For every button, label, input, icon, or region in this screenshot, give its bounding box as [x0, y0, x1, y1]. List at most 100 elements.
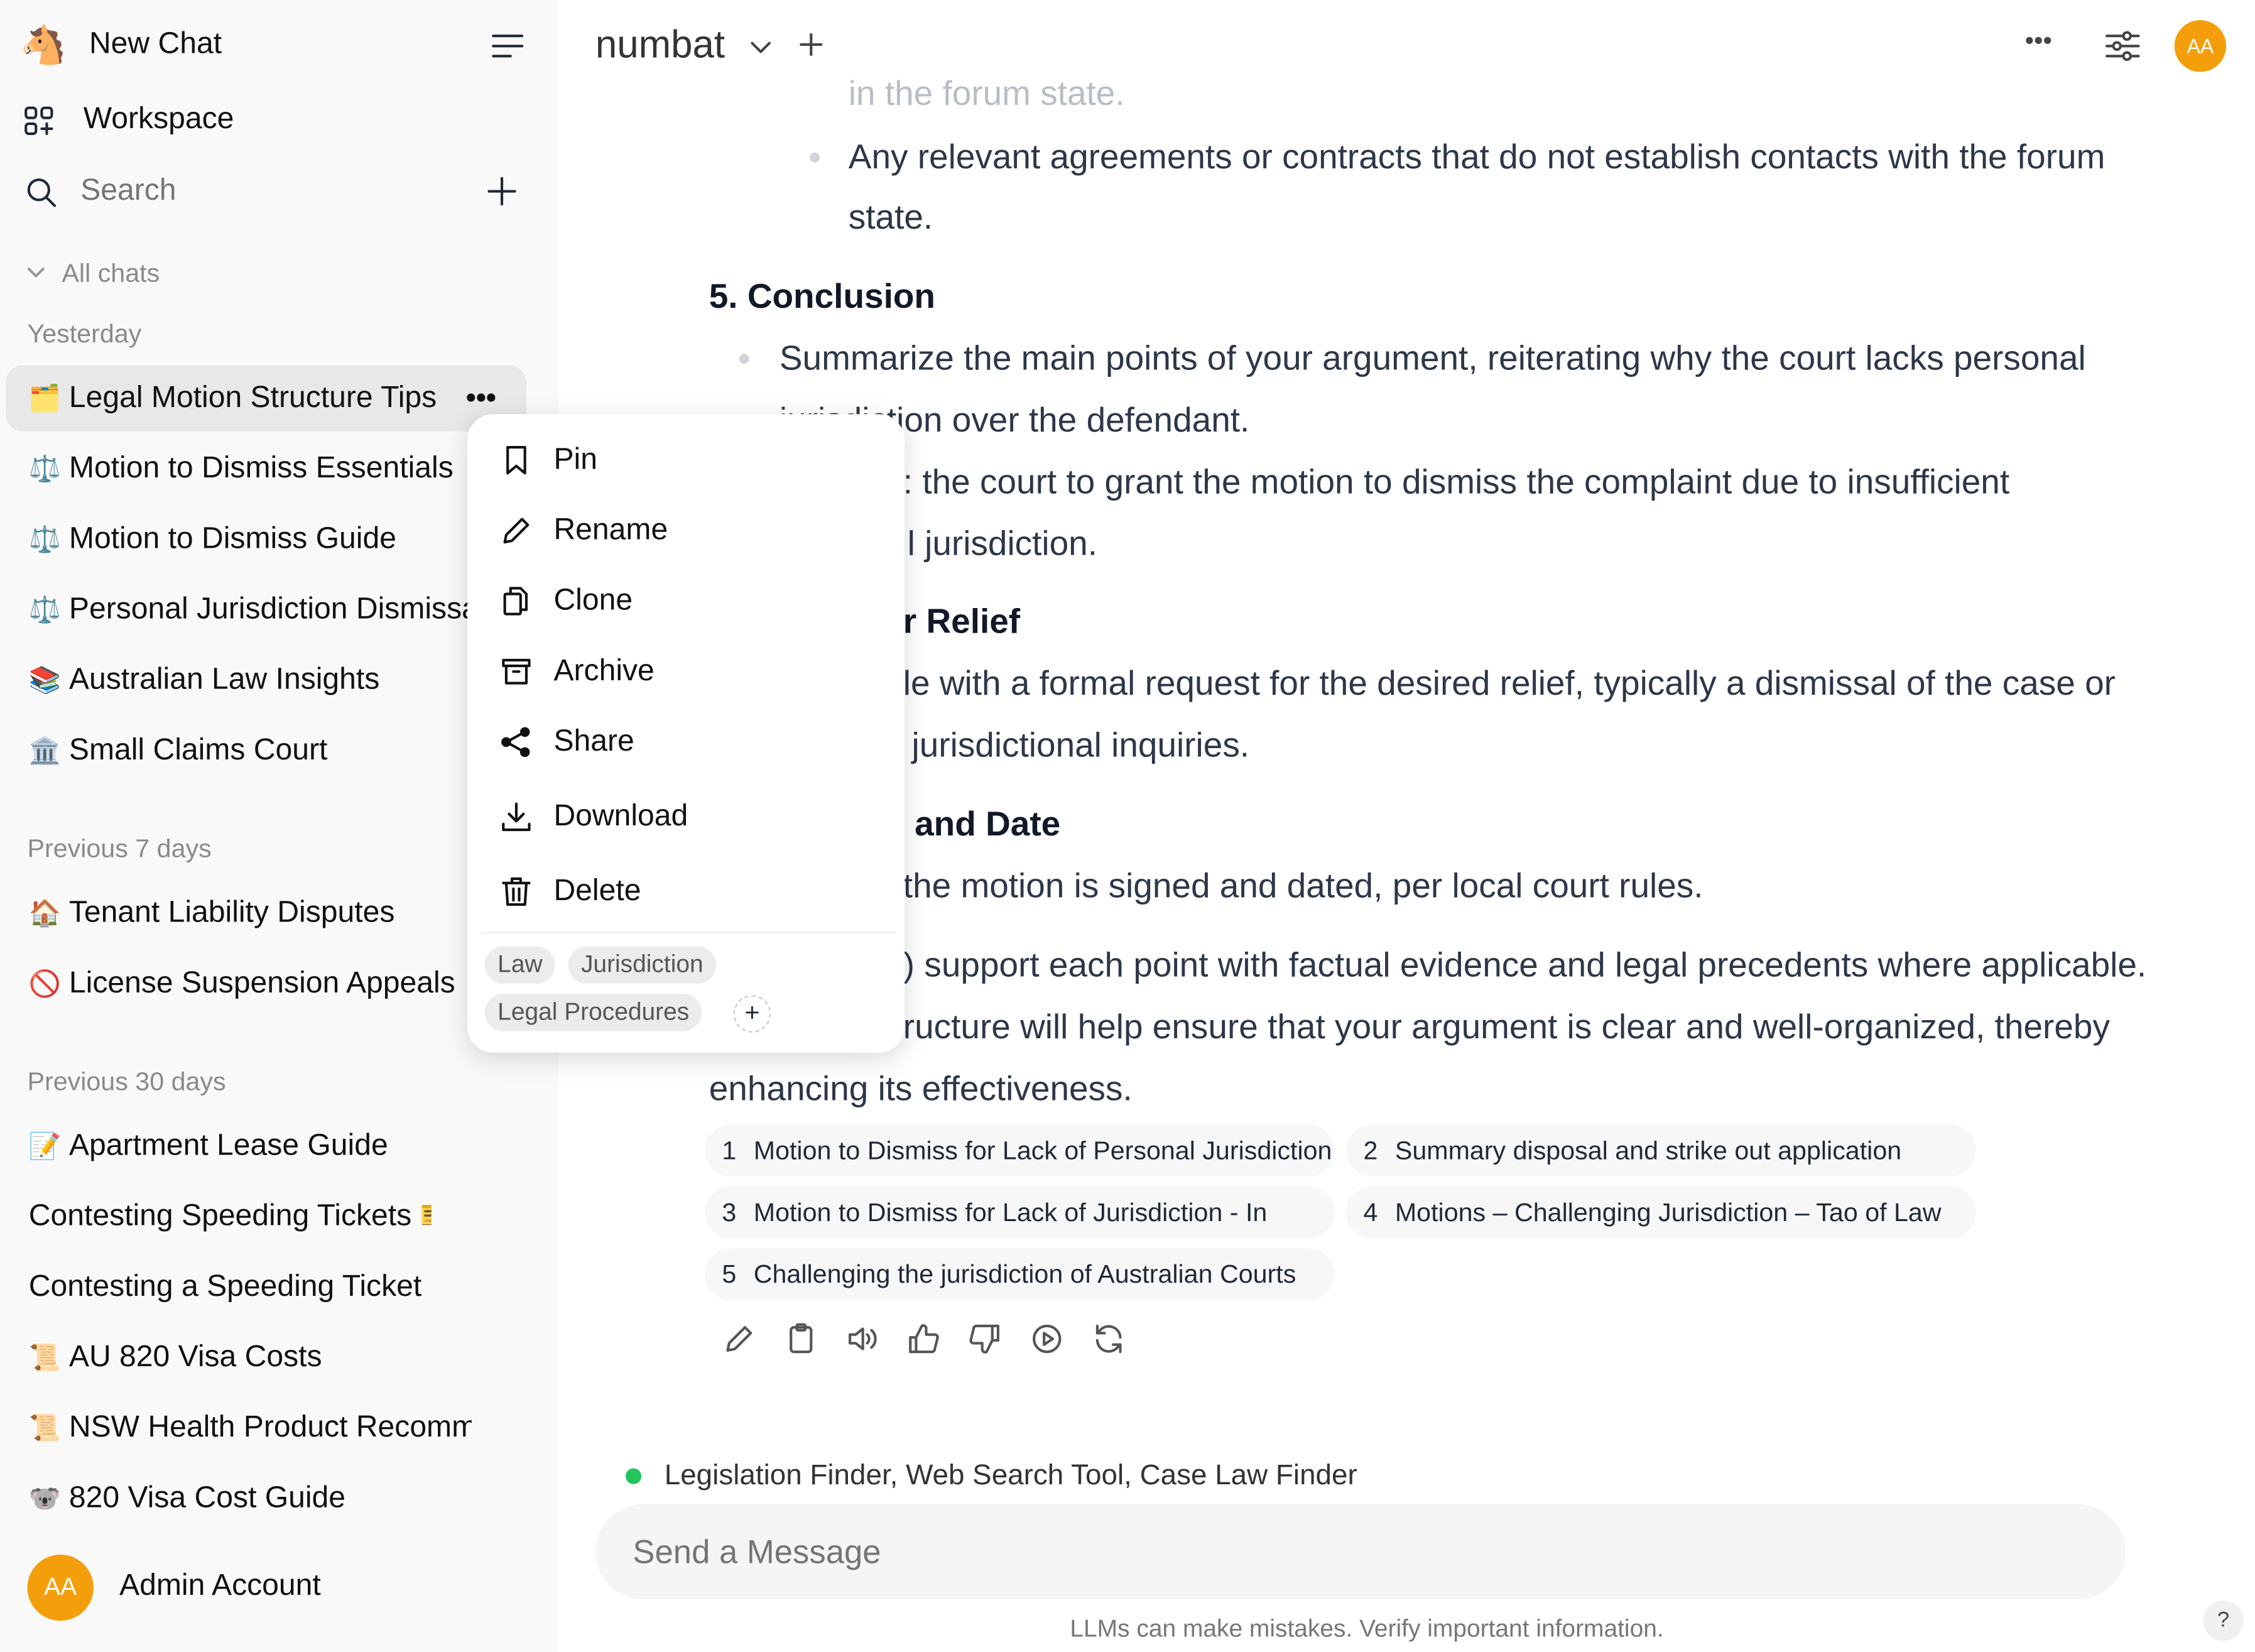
section-heading: r Relief — [903, 602, 1021, 642]
chevron-down-icon[interactable] — [749, 38, 773, 63]
copy-icon[interactable] — [784, 1322, 818, 1363]
menu-item-share[interactable]: Share — [499, 725, 634, 759]
tools-label[interactable]: Legislation Finder, Web Search Tool, Cas… — [665, 1460, 1357, 1493]
tag-jurisdiction[interactable]: Jurisdiction — [568, 946, 717, 984]
tag-law[interactable]: Law — [484, 946, 556, 984]
model-selector[interactable]: numbat — [595, 23, 725, 68]
help-button[interactable]: ? — [2203, 1600, 2244, 1641]
citation-chip[interactable]: 5 Challenging the jurisdiction of Austral… — [704, 1248, 1335, 1300]
chat-emoji: 🏛️ — [28, 736, 62, 764]
new-chat-button[interactable]: New Chat — [89, 28, 222, 62]
clone-icon — [503, 587, 528, 616]
citation-title: Challenging the jurisdiction of Australi… — [753, 1259, 1296, 1289]
chat-item[interactable]: 📚 Australian Law Insights — [6, 647, 526, 713]
menu-label: Rename — [553, 513, 668, 547]
chat-emoji: 🏠 — [28, 898, 62, 927]
more-options-icon[interactable]: ••• — [466, 382, 496, 415]
header-avatar[interactable]: AA — [2174, 20, 2227, 72]
citation-chip[interactable]: 1 Motion to Dismiss for Lack of Personal … — [704, 1124, 1335, 1177]
section-previous-30-days: Previous 30 days — [27, 1067, 226, 1096]
citation-title: Motion to Dismiss for Lack of Personal J… — [753, 1136, 1332, 1165]
edit-icon[interactable] — [722, 1322, 756, 1363]
section-heading: and Date — [915, 805, 1061, 844]
message-text: state. — [848, 198, 933, 237]
chat-title: Contesting a Speeding Ticket — [28, 1269, 422, 1303]
more-options-icon[interactable]: ••• — [2025, 26, 2052, 56]
chat-item[interactable]: 🚫 License Suspension Appeals — [6, 950, 526, 1016]
user-avatar[interactable]: AA — [27, 1554, 94, 1621]
sidebar-toggle-icon[interactable] — [491, 31, 525, 67]
chat-title: Motion to Dismiss Essentials — [68, 451, 454, 485]
menu-item-delete[interactable]: Delete — [499, 874, 641, 909]
archive-icon — [502, 658, 531, 685]
chat-item[interactable]: 🏛️ Small Claims Court — [6, 717, 526, 783]
play-icon[interactable] — [1030, 1322, 1064, 1363]
menu-label: Share — [553, 724, 634, 758]
workspace-icon — [21, 104, 56, 145]
settings-sliders-icon[interactable] — [2104, 29, 2142, 70]
chat-item[interactable]: 🏠 Tenant Liability Disputes — [6, 880, 526, 946]
menu-item-rename[interactable]: Rename — [499, 513, 668, 548]
speaker-icon[interactable] — [845, 1322, 880, 1363]
message-text: enhancing its effectiveness. — [709, 1070, 1133, 1109]
citation-chip[interactable]: 2 Summary disposal and strike out applica… — [1345, 1124, 1976, 1177]
message-text: ) support each point with factual eviden… — [903, 946, 2147, 986]
citation-number: 5 — [722, 1259, 737, 1289]
regenerate-icon[interactable] — [1092, 1322, 1126, 1363]
chat-emoji: 📜 — [28, 1413, 62, 1442]
menu-item-clone[interactable]: Clone — [499, 584, 633, 619]
citation-number: 2 — [1363, 1136, 1378, 1165]
user-name[interactable]: Admin Account — [119, 1569, 321, 1604]
menu-item-archive[interactable]: Archive — [499, 655, 655, 689]
message-text: le with a formal request for the desired… — [903, 664, 2116, 704]
trash-icon — [502, 877, 531, 906]
menu-divider — [481, 932, 896, 933]
menu-item-pin[interactable]: Pin — [499, 443, 597, 477]
chevron-down-icon[interactable] — [26, 263, 46, 289]
workspace-link[interactable]: Workspace — [84, 102, 234, 137]
chat-item[interactable]: 🗂️ Legal Motion Structure Tips ••• — [6, 365, 526, 432]
chat-emoji: 📝 — [28, 1131, 62, 1160]
citation-title: Motion to Dismiss for Lack of Jurisdicti… — [753, 1198, 1268, 1227]
chat-title: Contesting Speeding Tickets 🎫 — [28, 1199, 432, 1233]
chat-item[interactable]: 📜NSW Health Product Recommendations — [6, 1395, 526, 1461]
chat-title: NSW Health Product Recommendations — [68, 1410, 472, 1444]
new-chat-plus-icon[interactable] — [486, 175, 518, 214]
section-heading: 5. Conclusion — [709, 277, 935, 317]
thumbs-up-icon[interactable] — [906, 1322, 940, 1363]
chat-item[interactable]: ⚖️ Motion to Dismiss Guide — [6, 506, 526, 572]
search-input[interactable] — [77, 172, 458, 210]
chat-emoji: 📜 — [28, 1342, 62, 1372]
chat-item[interactable]: 📝 Apartment Lease Guide — [6, 1113, 526, 1179]
bookmark-icon — [506, 445, 526, 475]
chat-title: AU 820 Visa Costs — [68, 1340, 322, 1374]
menu-item-download[interactable]: Download — [499, 800, 688, 834]
chat-item[interactable]: ⚖️ Motion to Dismiss Essentials — [6, 436, 526, 502]
chat-item[interactable]: Contesting a Speeding Ticket — [6, 1254, 526, 1320]
message-text: the motion is signed and dated, per loca… — [903, 867, 1703, 906]
citation-chip[interactable]: 3 Motion to Dismiss for Lack of Jurisdict… — [704, 1186, 1335, 1239]
menu-label: Pin — [553, 443, 597, 476]
message-input[interactable] — [629, 1527, 2074, 1577]
menu-label: Delete — [553, 874, 641, 908]
chat-emoji: ⚖️ — [28, 454, 62, 483]
tag-legal-procedures[interactable]: Legal Procedures — [484, 994, 702, 1031]
chat-item[interactable]: Contesting Speeding Tickets 🎫 — [6, 1183, 526, 1249]
chat-item[interactable]: 🐨 820 Visa Cost Guide — [6, 1465, 526, 1531]
chat-item[interactable]: 📜 AU 820 Visa Costs — [6, 1325, 526, 1391]
message-text: ructure will help ensure that your argum… — [903, 1008, 2110, 1047]
chat-item[interactable]: ⚖️ Personal Jurisdiction Dismissal — [6, 577, 526, 643]
all-chats-toggle[interactable]: All chats — [62, 259, 160, 289]
chat-emoji: 📚 — [28, 665, 62, 694]
add-model-icon[interactable] — [800, 33, 823, 63]
chat-title: Legal Motion Structure Tips — [68, 381, 437, 415]
thumbs-down-icon[interactable] — [968, 1322, 1003, 1363]
chat-title: Small Claims Court — [68, 733, 328, 767]
chat-emoji: 🐨 — [28, 1483, 62, 1513]
chat-emoji: 🗂️ — [28, 383, 62, 412]
menu-label: Clone — [553, 584, 633, 617]
message-text: Summarize the main points of your argume… — [779, 339, 2086, 379]
add-tag-button[interactable]: + — [733, 995, 771, 1033]
citation-chip[interactable]: 4 Motions – Challenging Jurisdiction – Ta… — [1345, 1186, 1976, 1239]
share-icon — [501, 727, 530, 758]
